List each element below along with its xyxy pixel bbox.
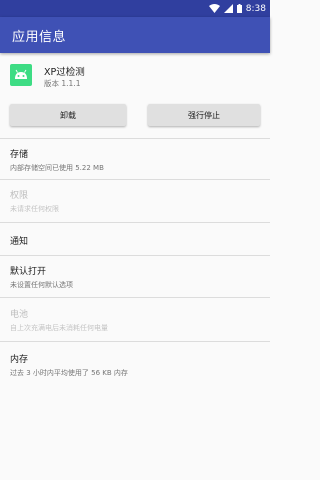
signal-icon [223, 4, 233, 13]
force-stop-button[interactable]: 强行停止 [148, 104, 260, 126]
open-by-default-item[interactable]: 默认打开 未设置任何默认选项 [10, 264, 260, 290]
uninstall-button[interactable]: 卸载 [10, 104, 126, 126]
battery-item: 电池 自上次充满电后未消耗任何电量 [10, 307, 260, 333]
divider [0, 341, 270, 342]
page-title: 应用信息 [12, 30, 67, 45]
battery-icon [236, 4, 242, 13]
status-icons: 8:38 [208, 2, 266, 15]
divider [0, 255, 270, 256]
app-bar: 应用信息 [0, 17, 270, 53]
notifications-title: 通知 [10, 237, 29, 247]
storage-subtitle: 内部存储空间已使用 5.22 MB [10, 164, 104, 172]
storage-item[interactable]: 存储 内部存储空间已使用 5.22 MB [10, 147, 260, 173]
status-bar: 8:38 [0, 0, 270, 17]
divider [0, 222, 270, 223]
memory-subtitle: 过去 3 小时内平均使用了 56 KB 内存 [10, 369, 128, 377]
open-by-default-subtitle: 未设置任何默认选项 [10, 281, 73, 289]
battery-subtitle: 自上次充满电后未消耗任何电量 [10, 324, 108, 332]
open-by-default-title: 默认打开 [10, 267, 47, 277]
wifi-icon [208, 4, 220, 13]
android-icon [10, 64, 32, 86]
memory-title: 内存 [10, 355, 29, 365]
divider [0, 297, 270, 298]
divider [0, 179, 270, 180]
app-header: XP过检测 版本 1.1.1 [0, 53, 270, 95]
memory-item[interactable]: 内存 过去 3 小时内平均使用了 56 KB 内存 [10, 352, 260, 378]
divider [0, 138, 270, 139]
navigation-bar [0, 452, 270, 480]
battery-title: 电池 [10, 310, 29, 320]
storage-title: 存储 [10, 150, 29, 160]
app-version: 版本 1.1.1 [44, 79, 81, 88]
permissions-item: 权限 未请求任何权限 [10, 188, 260, 214]
clock: 8:38 [245, 3, 266, 14]
app-name: XP过检测 [44, 67, 85, 78]
permissions-title: 权限 [10, 191, 29, 201]
permissions-subtitle: 未请求任何权限 [10, 205, 59, 213]
notifications-item[interactable]: 通知 [10, 234, 260, 247]
